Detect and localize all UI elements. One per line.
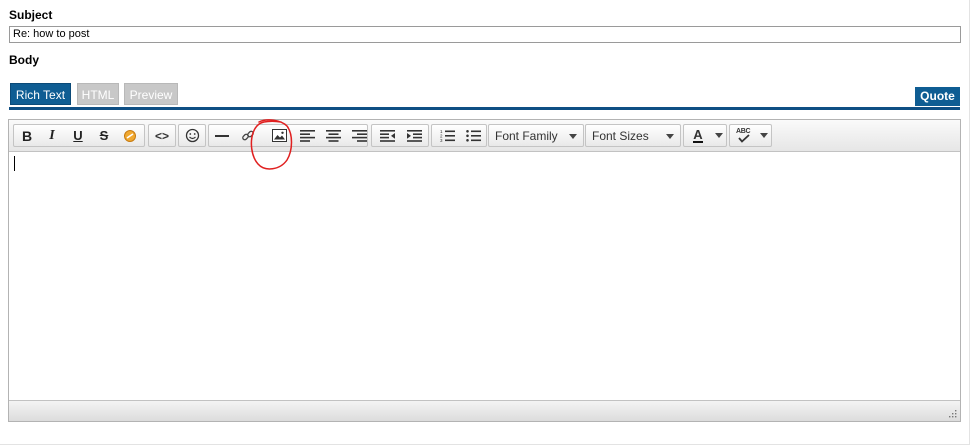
outdent-button[interactable] [375, 125, 399, 146]
font-color-button[interactable]: A [686, 125, 710, 146]
font-color-button-group: A [683, 124, 727, 147]
indent-button[interactable] [402, 125, 426, 146]
font-color-icon: A [693, 127, 703, 143]
emoticon-button-group [178, 124, 206, 147]
numbered-list-icon: 1 2 3 [440, 129, 455, 142]
chevron-down-icon [569, 134, 577, 139]
chevron-down-icon[interactable] [760, 133, 768, 138]
align-center-button[interactable] [321, 125, 345, 146]
rich-text-editor: B I U S <> 1 2 3 Font Family Font Sizes … [8, 119, 961, 422]
bulleted-list-button[interactable] [461, 125, 485, 146]
emoticon-icon [185, 128, 199, 143]
tab-bar-divider [9, 107, 960, 110]
editor-statusbar [9, 400, 960, 421]
tab-html[interactable]: HTML [77, 83, 119, 105]
underline-button[interactable]: U [66, 125, 90, 146]
italic-icon: I [49, 127, 55, 143]
insert-image-button[interactable] [267, 125, 291, 146]
chevron-down-icon[interactable] [715, 133, 723, 138]
outdent-icon [379, 129, 395, 142]
align-left-icon [299, 129, 315, 142]
emoticon-button[interactable] [180, 125, 204, 146]
svg-text:3: 3 [440, 138, 443, 142]
subject-label: Subject [9, 8, 53, 22]
editor-toolbar: B I U S <> 1 2 3 Font Family Font Sizes … [9, 120, 960, 152]
align-left-button[interactable] [295, 125, 319, 146]
spellcheck-button-group: ABC [729, 124, 772, 147]
font-size-select[interactable]: Font Sizes [585, 124, 681, 147]
code-button-group: <> [148, 124, 176, 147]
bulleted-list-icon [465, 130, 481, 142]
underline-icon: U [73, 128, 83, 143]
italic-button[interactable]: I [40, 125, 64, 146]
horizontal-rule-button[interactable] [210, 125, 234, 146]
indent-icon [406, 129, 422, 142]
horizontal-rule-icon [215, 134, 229, 137]
quote-button[interactable]: Quote [915, 87, 960, 106]
strikethrough-icon: S [99, 128, 109, 143]
text-cursor [14, 156, 15, 171]
resize-handle-icon[interactable] [948, 409, 957, 418]
spellcheck-button[interactable]: ABC [732, 125, 756, 146]
align-right-button[interactable] [347, 125, 371, 146]
editor-content-area[interactable] [9, 152, 960, 400]
code-icon: <> [154, 128, 169, 143]
font-family-select[interactable]: Font Family [488, 124, 584, 147]
tab-preview[interactable]: Preview [124, 83, 178, 105]
insert-align-button-group [208, 124, 368, 147]
bold-icon: B [21, 127, 33, 144]
clear-formatting-icon [124, 129, 136, 142]
chevron-down-icon [666, 134, 674, 139]
numbered-list-button[interactable]: 1 2 3 [435, 125, 459, 146]
list-button-group: 1 2 3 [431, 124, 487, 147]
font-size-label: Font Sizes [592, 128, 649, 143]
spellcheck-icon: ABC [736, 128, 752, 144]
link-button[interactable] [236, 125, 260, 146]
subject-input[interactable] [9, 26, 961, 43]
font-family-label: Font Family [495, 128, 558, 143]
format-button-group: B I U S [13, 124, 145, 147]
indent-button-group [371, 124, 429, 147]
body-label: Body [9, 53, 39, 67]
tab-rich-text[interactable]: Rich Text [10, 83, 71, 105]
link-icon [242, 130, 254, 140]
strikethrough-button[interactable]: S [92, 125, 116, 146]
image-icon [271, 129, 287, 142]
align-right-icon [351, 129, 367, 142]
clear-formatting-button[interactable] [118, 125, 142, 146]
bold-button[interactable]: B [15, 125, 39, 146]
align-center-icon [325, 129, 341, 142]
code-button[interactable]: <> [150, 125, 174, 146]
